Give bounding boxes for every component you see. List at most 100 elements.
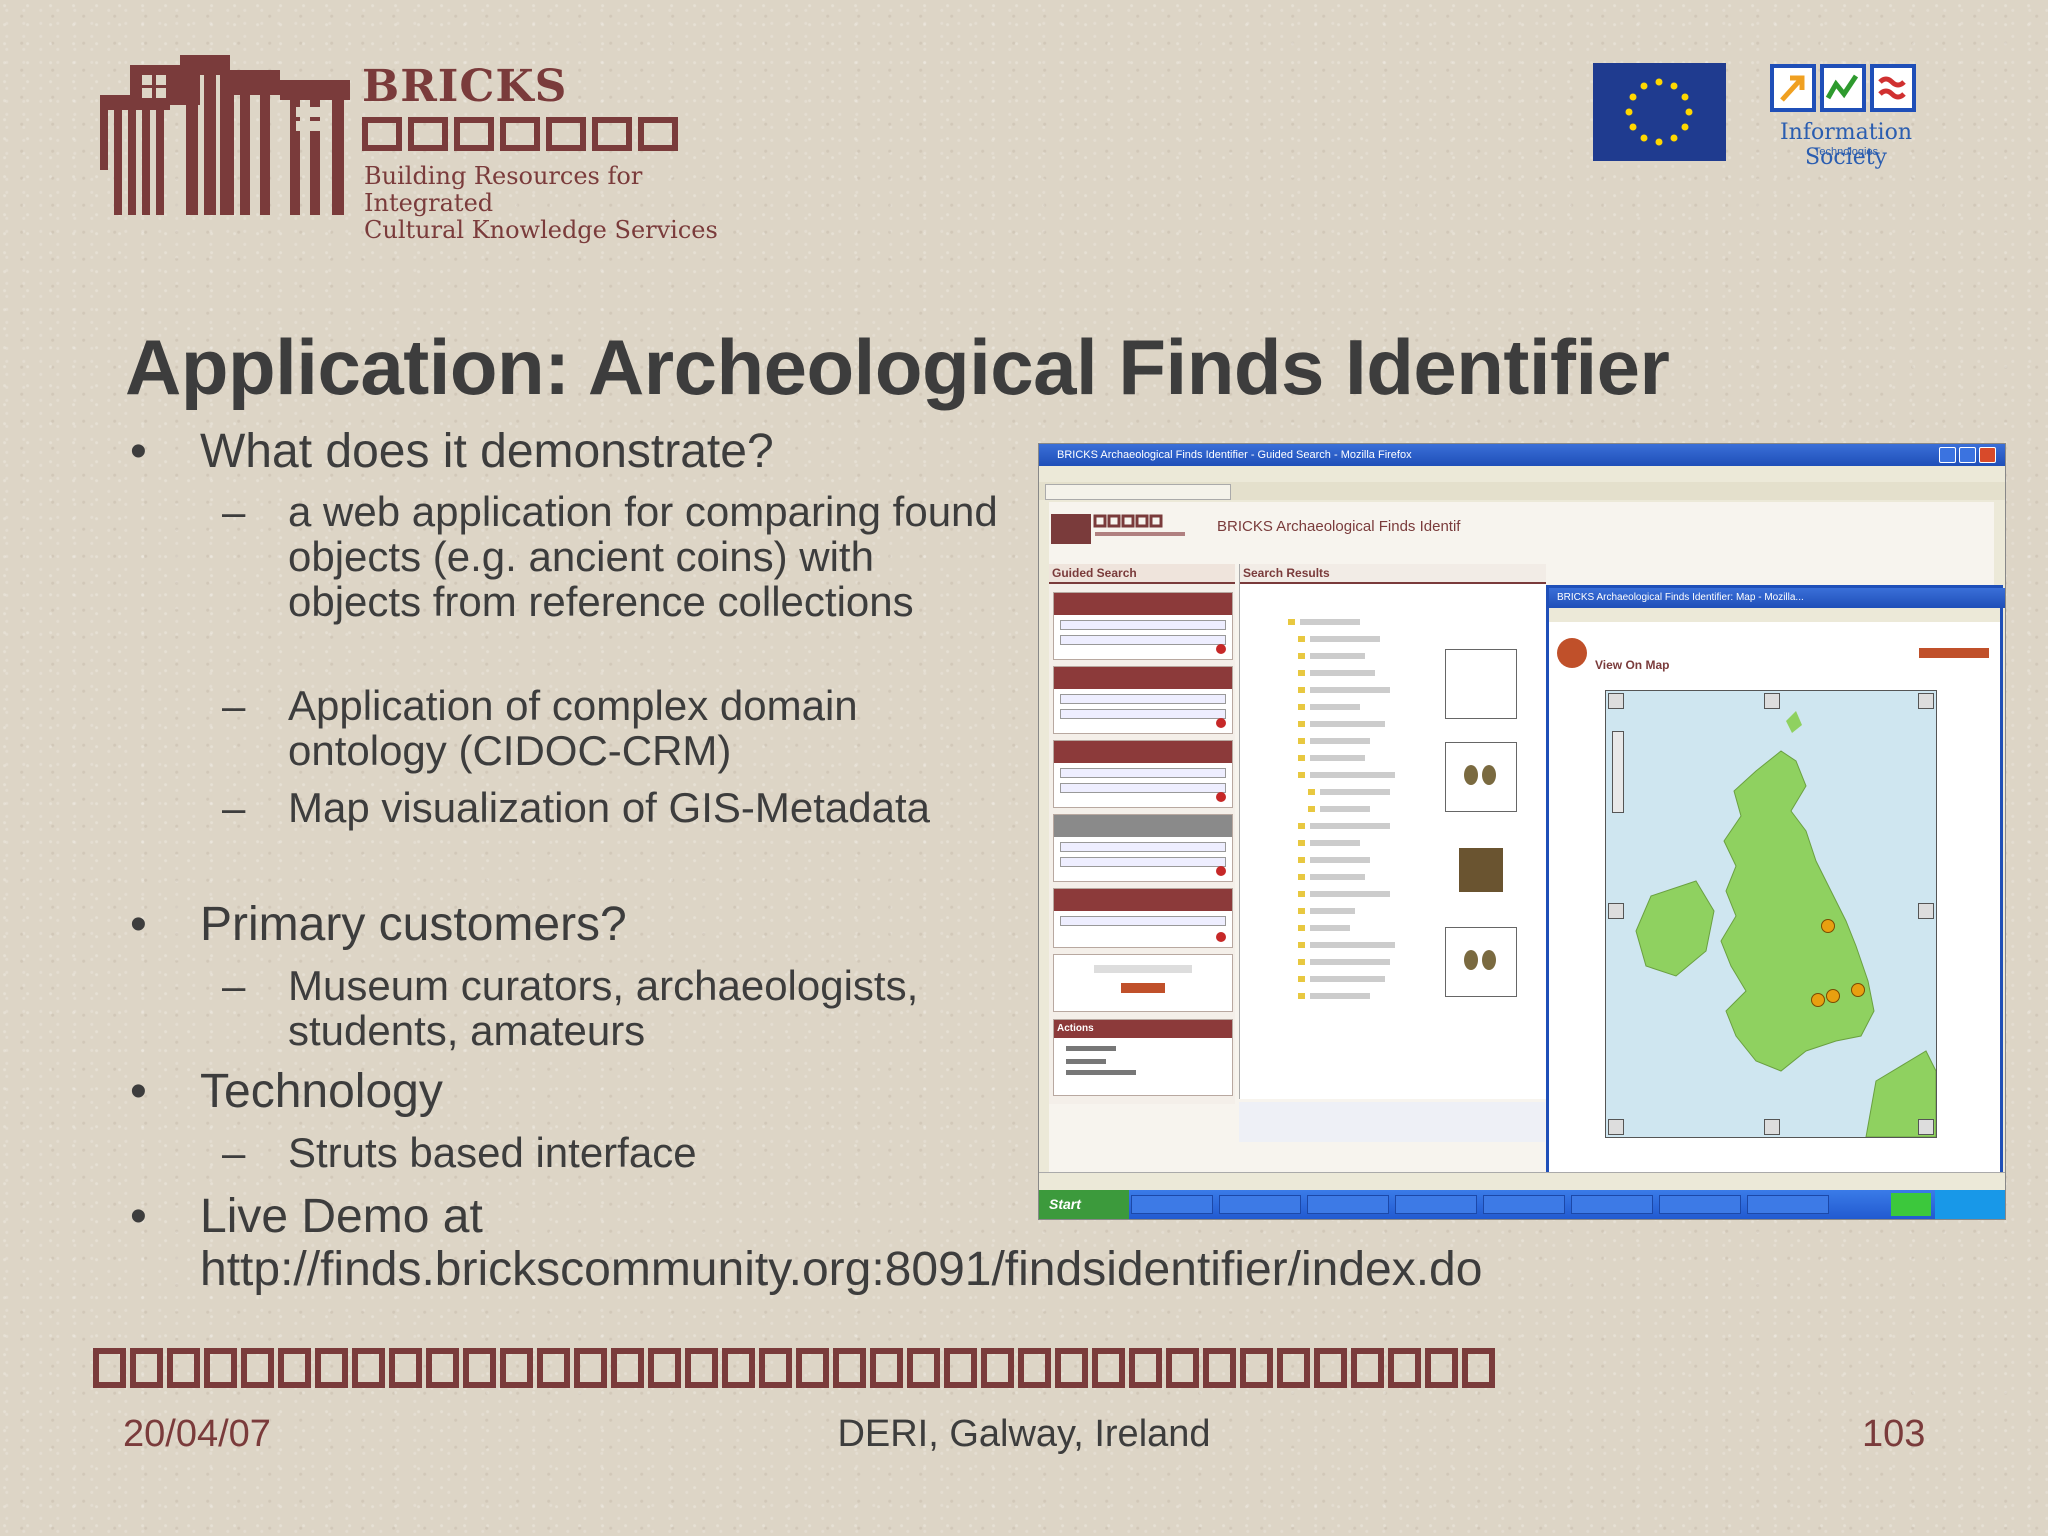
browser-menubar [1039,466,2005,483]
sub-bullet-web-app: – a web application for comparing found o… [222,488,998,625]
browser-tab [1045,484,1231,500]
footer-box [352,1348,385,1388]
demo-url-link[interactable]: http://finds.brickscommunity.org:8091/fi… [200,1243,1482,1297]
search-step-3[interactable] [1053,740,1233,808]
actions-panel: Actions [1053,1019,1233,1096]
map-pan-down-icon[interactable] [1764,1119,1780,1135]
map-pan-ne-icon[interactable] [1918,693,1934,709]
bullet-technology: • Technology [130,1065,443,1118]
ist-subtext: Technologies [1813,146,1879,158]
map-pan-up-icon[interactable] [1764,693,1780,709]
search-step-2[interactable] [1053,666,1233,734]
bullet-demonstrate: • What does it demonstrate? [130,425,774,478]
ist-icons [1770,64,1916,112]
close-icon [1979,447,1996,463]
footer-box [1018,1348,1051,1388]
footer-box [426,1348,459,1388]
footer-box [722,1348,755,1388]
footer-box [907,1348,940,1388]
taskbar-item[interactable] [1219,1195,1301,1214]
brand-tagline: Building Resources for Integrated Cultur… [364,162,718,244]
footer-box [1425,1348,1458,1388]
windows-taskbar: Start [1039,1190,2005,1219]
taskbar-item[interactable] [1747,1195,1829,1214]
footer-box [537,1348,570,1388]
footer-box [389,1348,422,1388]
footer-box [574,1348,607,1388]
slide-title: Application: Archeological Finds Identif… [125,323,1670,411]
map-marker[interactable] [1851,983,1865,997]
footer-box-pattern [93,1348,1495,1388]
result-thumbnail[interactable] [1445,649,1517,719]
app-logo-icon [1051,514,1185,544]
search-step-4[interactable] [1053,814,1233,882]
taskbar-item[interactable] [1483,1195,1565,1214]
bullet-live-demo: • Live Demo at [130,1190,483,1243]
uk-map[interactable] [1605,690,1937,1138]
browser-tabbar [1039,482,2005,500]
guided-search-heading: Guided Search [1049,564,1235,584]
footer-box [870,1348,903,1388]
footer-box [1388,1348,1421,1388]
footer-box [796,1348,829,1388]
footer-box [204,1348,237,1388]
brand-name: BRICKS [362,61,568,112]
map-logo-icon [1557,638,1587,668]
map-pan-right-icon[interactable] [1918,903,1934,919]
bullet-customers: • Primary customers? [130,898,627,951]
search-submit-box[interactable] [1053,954,1233,1012]
map-marker[interactable] [1826,989,1840,1003]
footer-box [648,1348,681,1388]
map-marker[interactable] [1811,993,1825,1007]
map-action-button[interactable] [1919,648,1989,658]
sub-bullet-ontology: – Application of complex domain ontology … [222,682,858,774]
browser-statusbar [1039,1172,2005,1191]
footer-box [1166,1348,1199,1388]
brand-box-pattern [362,117,678,151]
map-pan-nw-icon[interactable] [1608,693,1624,709]
sub-bullet-customers: – Museum curators, archaeologists, studen… [222,962,919,1054]
footer-box [1314,1348,1347,1388]
map-window: BRICKS Archaeological Finds Identifier: … [1546,585,2005,1210]
map-window-menubar [1549,608,2000,622]
search-step-1[interactable] [1053,592,1233,660]
footer-box [833,1348,866,1388]
footer-box [1462,1348,1495,1388]
map-zoom-slider[interactable] [1612,731,1624,813]
taskbar-item[interactable] [1571,1195,1653,1214]
language-indicator[interactable] [1891,1193,1931,1216]
guided-search-panel: Guided Search Actions [1049,564,1235,1104]
footer-box [1351,1348,1384,1388]
taskbar-item[interactable] [1659,1195,1741,1214]
footer-box [1129,1348,1162,1388]
footer-box [241,1348,274,1388]
map-pan-se-icon[interactable] [1918,1119,1934,1135]
footer-box [981,1348,1014,1388]
footer-box [1092,1348,1125,1388]
start-button[interactable]: Start [1039,1190,1129,1219]
result-thumbnail[interactable] [1445,927,1517,997]
app-screenshot: BRICKS Archaeological Finds Identifier -… [1038,443,2006,1220]
search-step-5[interactable] [1053,888,1233,948]
result-thumbnail[interactable] [1445,834,1515,902]
taskbar-item[interactable] [1307,1195,1389,1214]
result-thumbnail[interactable] [1445,742,1517,812]
footer-box [944,1348,977,1388]
app-header: BRICKS Archaeological Finds Identif [1049,502,1649,554]
ist-text: Information Society [1779,120,1913,170]
taskbar-item[interactable] [1395,1195,1477,1214]
app-title: BRICKS Archaeological Finds Identif [1217,518,1461,535]
taskbar-item[interactable] [1131,1195,1213,1214]
system-tray [1935,1190,2005,1219]
footer-box [315,1348,348,1388]
eu-flag-icon [1593,63,1726,161]
footer-box [611,1348,644,1388]
footer-box [463,1348,496,1388]
footer-box [130,1348,163,1388]
results-footer [1239,1102,1545,1142]
page-number: 103 [1862,1413,1926,1455]
map-pan-left-icon[interactable] [1608,903,1624,919]
footer-box [1055,1348,1088,1388]
map-marker[interactable] [1821,919,1835,933]
map-pan-sw-icon[interactable] [1608,1119,1624,1135]
